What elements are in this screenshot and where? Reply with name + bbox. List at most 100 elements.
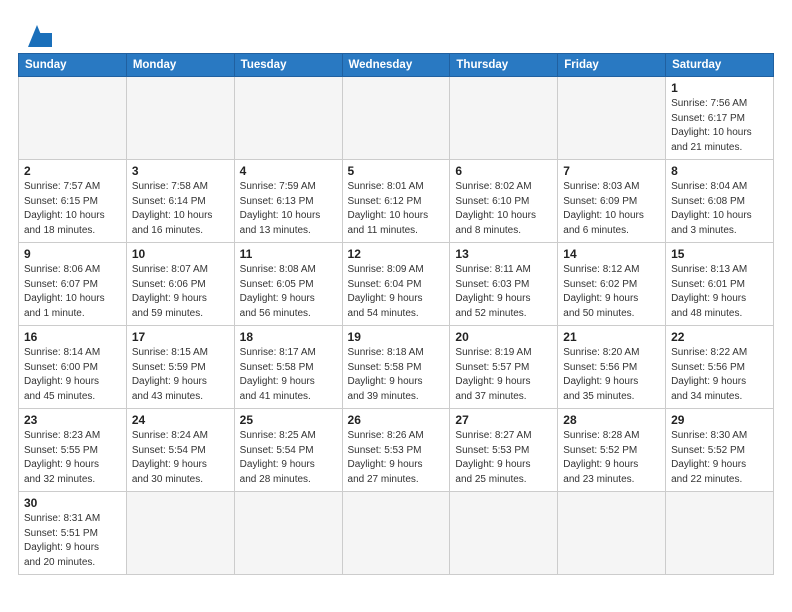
day-info: Sunrise: 8:15 AM Sunset: 5:59 PM Dayligh…	[132, 346, 229, 404]
day-info: Sunrise: 8:28 AM Sunset: 5:52 PM Dayligh…	[563, 429, 660, 487]
calendar-cell: 11 Sunrise: 8:08 AM Sunset: 6:05 PM Dayli…	[234, 243, 342, 326]
col-saturday: Saturday	[666, 54, 774, 77]
header	[18, 15, 774, 47]
day-info: Sunrise: 8:08 AM Sunset: 6:05 PM Dayligh…	[240, 263, 337, 321]
day-info: Sunrise: 8:17 AM Sunset: 5:58 PM Dayligh…	[240, 346, 337, 404]
calendar-cell	[450, 77, 558, 160]
day-number: 21	[563, 330, 660, 344]
logo	[18, 15, 59, 47]
calendar-cell: 3 Sunrise: 7:58 AM Sunset: 6:14 PM Daylig…	[126, 160, 234, 243]
page: Sunday Monday Tuesday Wednesday Thursday…	[0, 0, 792, 612]
day-info: Sunrise: 8:25 AM Sunset: 5:54 PM Dayligh…	[240, 429, 337, 487]
day-info: Sunrise: 8:27 AM Sunset: 5:53 PM Dayligh…	[455, 429, 552, 487]
day-info: Sunrise: 8:02 AM Sunset: 6:10 PM Dayligh…	[455, 180, 552, 238]
day-number: 7	[563, 164, 660, 178]
calendar-cell: 19Sunrise: 8:18 AM Sunset: 5:58 PM Dayli…	[342, 326, 450, 409]
day-number: 12	[348, 247, 445, 261]
day-info: Sunrise: 8:11 AM Sunset: 6:03 PM Dayligh…	[455, 263, 552, 321]
day-info: Sunrise: 8:23 AM Sunset: 5:55 PM Dayligh…	[24, 429, 121, 487]
logo-icon	[18, 15, 56, 47]
day-info: Sunrise: 7:58 AM Sunset: 6:14 PM Dayligh…	[132, 180, 229, 238]
day-number: 8	[671, 164, 768, 178]
calendar-cell	[234, 77, 342, 160]
day-number: 27	[455, 413, 552, 427]
day-number: 11	[240, 247, 337, 261]
day-number: 16	[24, 330, 121, 344]
day-info: Sunrise: 8:07 AM Sunset: 6:06 PM Dayligh…	[132, 263, 229, 321]
calendar-cell: 24 Sunrise: 8:24 AM Sunset: 5:54 PM Dayli…	[126, 409, 234, 492]
day-info: Sunrise: 8:03 AM Sunset: 6:09 PM Dayligh…	[563, 180, 660, 238]
day-number: 5	[348, 164, 445, 178]
calendar-cell: 5 Sunrise: 8:01 AM Sunset: 6:12 PM Daylig…	[342, 160, 450, 243]
day-info: Sunrise: 7:56 AM Sunset: 6:17 PM Dayligh…	[671, 97, 768, 155]
day-number: 18	[240, 330, 337, 344]
calendar-cell: 8 Sunrise: 8:04 AM Sunset: 6:08 PM Daylig…	[666, 160, 774, 243]
day-info: Sunrise: 8:04 AM Sunset: 6:08 PM Dayligh…	[671, 180, 768, 238]
calendar-cell	[342, 492, 450, 575]
calendar-cell: 2 Sunrise: 7:57 AM Sunset: 6:15 PM Daylig…	[19, 160, 127, 243]
calendar-cell: 7 Sunrise: 8:03 AM Sunset: 6:09 PM Daylig…	[558, 160, 666, 243]
day-number: 9	[24, 247, 121, 261]
calendar-cell	[450, 492, 558, 575]
day-number: 20	[455, 330, 552, 344]
day-info: Sunrise: 8:22 AM Sunset: 5:56 PM Dayligh…	[671, 346, 768, 404]
day-number: 30	[24, 496, 121, 510]
day-number: 10	[132, 247, 229, 261]
calendar-cell: 10 Sunrise: 8:07 AM Sunset: 6:06 PM Dayli…	[126, 243, 234, 326]
day-info: Sunrise: 7:59 AM Sunset: 6:13 PM Dayligh…	[240, 180, 337, 238]
calendar-cell: 14Sunrise: 8:12 AM Sunset: 6:02 PM Dayli…	[558, 243, 666, 326]
day-number: 2	[24, 164, 121, 178]
calendar-week-row: 9 Sunrise: 8:06 AM Sunset: 6:07 PM Daylig…	[19, 243, 774, 326]
day-number: 14	[563, 247, 660, 261]
col-sunday: Sunday	[19, 54, 127, 77]
day-info: Sunrise: 8:19 AM Sunset: 5:57 PM Dayligh…	[455, 346, 552, 404]
calendar-cell: 17 Sunrise: 8:15 AM Sunset: 5:59 PM Dayli…	[126, 326, 234, 409]
col-monday: Monday	[126, 54, 234, 77]
day-number: 29	[671, 413, 768, 427]
calendar-cell: 21 Sunrise: 8:20 AM Sunset: 5:56 PM Dayli…	[558, 326, 666, 409]
day-info: Sunrise: 8:14 AM Sunset: 6:00 PM Dayligh…	[24, 346, 121, 404]
day-number: 24	[132, 413, 229, 427]
col-thursday: Thursday	[450, 54, 558, 77]
calendar-cell	[558, 77, 666, 160]
day-info: Sunrise: 8:06 AM Sunset: 6:07 PM Dayligh…	[24, 263, 121, 321]
day-number: 17	[132, 330, 229, 344]
calendar-cell: 9 Sunrise: 8:06 AM Sunset: 6:07 PM Daylig…	[19, 243, 127, 326]
calendar-cell: 20 Sunrise: 8:19 AM Sunset: 5:57 PM Dayli…	[450, 326, 558, 409]
calendar-cell	[126, 492, 234, 575]
day-info: Sunrise: 8:20 AM Sunset: 5:56 PM Dayligh…	[563, 346, 660, 404]
day-info: Sunrise: 7:57 AM Sunset: 6:15 PM Dayligh…	[24, 180, 121, 238]
calendar-cell: 22 Sunrise: 8:22 AM Sunset: 5:56 PM Dayli…	[666, 326, 774, 409]
calendar-table: Sunday Monday Tuesday Wednesday Thursday…	[18, 53, 774, 575]
calendar-cell: 12 Sunrise: 8:09 AM Sunset: 6:04 PM Dayli…	[342, 243, 450, 326]
calendar-week-row: 16 Sunrise: 8:14 AM Sunset: 6:00 PM Dayli…	[19, 326, 774, 409]
calendar-cell: 18 Sunrise: 8:17 AM Sunset: 5:58 PM Dayli…	[234, 326, 342, 409]
day-info: Sunrise: 8:24 AM Sunset: 5:54 PM Dayligh…	[132, 429, 229, 487]
calendar-cell	[126, 77, 234, 160]
day-info: Sunrise: 8:09 AM Sunset: 6:04 PM Dayligh…	[348, 263, 445, 321]
calendar-header-row: Sunday Monday Tuesday Wednesday Thursday…	[19, 54, 774, 77]
calendar-week-row: 30Sunrise: 8:31 AM Sunset: 5:51 PM Dayli…	[19, 492, 774, 575]
calendar-cell: 6Sunrise: 8:02 AM Sunset: 6:10 PM Daylig…	[450, 160, 558, 243]
col-tuesday: Tuesday	[234, 54, 342, 77]
day-info: Sunrise: 8:13 AM Sunset: 6:01 PM Dayligh…	[671, 263, 768, 321]
calendar-week-row: 23 Sunrise: 8:23 AM Sunset: 5:55 PM Dayli…	[19, 409, 774, 492]
day-number: 4	[240, 164, 337, 178]
day-info: Sunrise: 8:30 AM Sunset: 5:52 PM Dayligh…	[671, 429, 768, 487]
day-number: 25	[240, 413, 337, 427]
day-number: 3	[132, 164, 229, 178]
col-wednesday: Wednesday	[342, 54, 450, 77]
calendar-cell	[342, 77, 450, 160]
calendar-cell: 26Sunrise: 8:26 AM Sunset: 5:53 PM Dayli…	[342, 409, 450, 492]
calendar-cell: 15Sunrise: 8:13 AM Sunset: 6:01 PM Dayli…	[666, 243, 774, 326]
calendar-cell: 29 Sunrise: 8:30 AM Sunset: 5:52 PM Dayli…	[666, 409, 774, 492]
day-number: 28	[563, 413, 660, 427]
day-number: 22	[671, 330, 768, 344]
day-number: 26	[348, 413, 445, 427]
calendar-cell: 25 Sunrise: 8:25 AM Sunset: 5:54 PM Dayli…	[234, 409, 342, 492]
day-number: 23	[24, 413, 121, 427]
calendar-cell: 16 Sunrise: 8:14 AM Sunset: 6:00 PM Dayli…	[19, 326, 127, 409]
calendar-cell	[234, 492, 342, 575]
day-info: Sunrise: 8:01 AM Sunset: 6:12 PM Dayligh…	[348, 180, 445, 238]
calendar-cell: 27 Sunrise: 8:27 AM Sunset: 5:53 PM Dayli…	[450, 409, 558, 492]
